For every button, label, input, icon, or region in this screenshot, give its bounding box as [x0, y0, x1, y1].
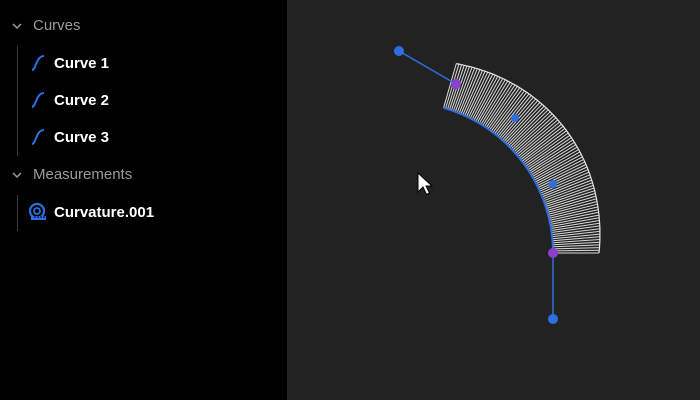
- mouse-cursor-icon: [417, 171, 434, 196]
- tree-guide-line: [17, 195, 18, 231]
- curve-endpoint-top[interactable]: [451, 79, 461, 89]
- control-handle-top[interactable]: [394, 46, 404, 56]
- curve-icon: [28, 90, 48, 110]
- outliner-item-label: Curvature.001: [54, 203, 155, 221]
- outliner-item-curvature-001[interactable]: Curvature.001: [28, 197, 154, 227]
- control-handle-bottom[interactable]: [548, 314, 558, 324]
- curve-point-mid-2[interactable]: [549, 180, 557, 188]
- handle-line-top: [398, 50, 457, 85]
- group-label-curves: Curves: [33, 16, 81, 34]
- outliner-item-label: Curve 1: [54, 54, 110, 72]
- outliner-panel: Curves Curve 1 Curve 2 Curve 3 Measureme…: [0, 0, 287, 400]
- curve-icon: [28, 53, 48, 73]
- viewport-canvas[interactable]: [287, 0, 700, 400]
- outliner-item-curve-1[interactable]: Curve 1: [28, 48, 109, 78]
- outliner-item-curve-2[interactable]: Curve 2: [28, 85, 109, 115]
- outliner-item-label: Curve 3: [54, 128, 110, 146]
- chevron-down-icon[interactable]: [11, 19, 23, 31]
- group-header-measurements[interactable]: Measurements: [0, 160, 132, 188]
- comb-line: [552, 249, 600, 252]
- curve-endpoint-bottom[interactable]: [548, 248, 558, 258]
- curvature-comb: [443, 63, 601, 254]
- comb-line: [552, 247, 600, 250]
- viewport[interactable]: [287, 0, 700, 400]
- outliner-item-curve-3[interactable]: Curve 3: [28, 122, 109, 152]
- chevron-down-icon[interactable]: [11, 168, 23, 180]
- curve-icon: [28, 127, 48, 147]
- comb-line: [458, 68, 478, 114]
- curve-point-mid-1[interactable]: [511, 114, 519, 122]
- group-header-curves[interactable]: Curves: [0, 11, 81, 39]
- comb-line: [552, 233, 600, 240]
- outliner-item-label: Curve 2: [54, 91, 110, 109]
- app-window: Curves Curve 1 Curve 2 Curve 3 Measureme…: [0, 0, 700, 400]
- tree-guide-line: [17, 46, 18, 156]
- group-label-measurements: Measurements: [33, 165, 133, 183]
- measuring-tape-icon: [28, 202, 48, 222]
- comb-line: [552, 244, 600, 248]
